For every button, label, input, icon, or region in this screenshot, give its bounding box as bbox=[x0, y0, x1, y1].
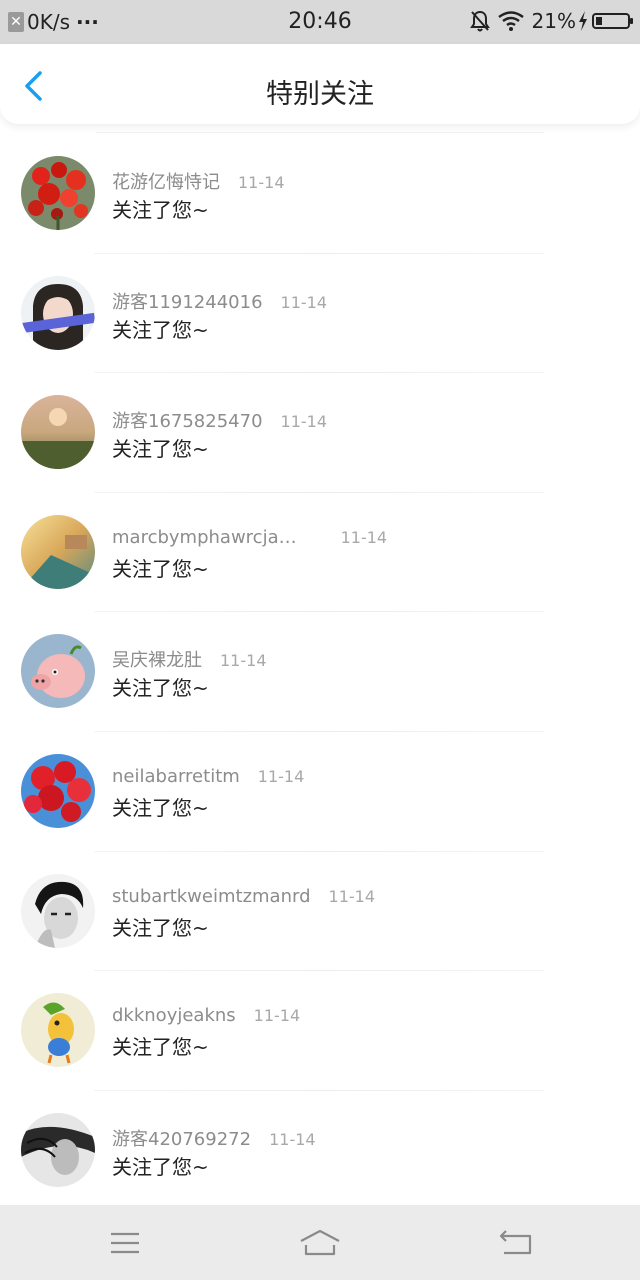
action-text: 关注了您~ bbox=[112, 1035, 209, 1060]
date: 11-14 bbox=[220, 651, 267, 671]
list-item[interactable]: 吴庆裸龙肚 11-14 关注了您~ bbox=[0, 612, 640, 732]
avatar[interactable] bbox=[21, 395, 95, 470]
status-bar: ✕ 0K/s ··· 20:46 21% bbox=[0, 0, 640, 44]
cartoon-bird-image bbox=[21, 993, 95, 1068]
avatar[interactable] bbox=[21, 753, 95, 828]
follower-list: 花游亿悔恃记 11-14 关注了您~ 游客1191244016 11-14 关注… bbox=[0, 134, 640, 1210]
date: 11-14 bbox=[257, 766, 305, 786]
menu-icon[interactable] bbox=[105, 1227, 145, 1259]
mute-bell-icon bbox=[469, 10, 490, 32]
item-meta: 游客420769272 11-14 bbox=[112, 1125, 316, 1151]
action-text: 关注了您~ bbox=[112, 198, 209, 222]
date: 11-14 bbox=[328, 886, 376, 906]
charging-bolt-icon bbox=[579, 11, 587, 31]
username[interactable]: dkknoyjeakns bbox=[112, 1005, 236, 1026]
date: 11-14 bbox=[253, 1006, 301, 1026]
top-divider bbox=[96, 132, 544, 133]
system-nav-bar bbox=[0, 1205, 640, 1280]
home-icon[interactable] bbox=[298, 1227, 342, 1259]
header: 特别关注 bbox=[0, 44, 640, 124]
date: 11-14 bbox=[238, 173, 285, 192]
date: 11-14 bbox=[340, 527, 388, 547]
item-meta: dkknoyjeakns 11-14 bbox=[112, 1005, 300, 1026]
action-text: 关注了您~ bbox=[112, 795, 209, 820]
sunlit-street-image bbox=[21, 514, 95, 589]
list-item[interactable]: 游客1675825470 11-14 关注了您~ bbox=[0, 373, 640, 493]
username[interactable]: 游客1675825470 bbox=[112, 407, 263, 433]
action-text: 关注了您~ bbox=[112, 556, 209, 581]
page-title: 特别关注 bbox=[266, 79, 374, 110]
back-icon[interactable] bbox=[496, 1227, 536, 1259]
avatar[interactable] bbox=[21, 156, 95, 230]
sunset-field-image bbox=[21, 395, 95, 470]
wifi-icon bbox=[497, 11, 524, 31]
username[interactable]: neilabarretitm bbox=[112, 766, 240, 787]
list-item[interactable]: 游客420769272 11-14 关注了您~ bbox=[0, 1091, 640, 1211]
action-text: 关注了您~ bbox=[112, 437, 209, 462]
action-text: 关注了您~ bbox=[112, 915, 209, 940]
date: 11-14 bbox=[280, 292, 328, 312]
avatar[interactable] bbox=[21, 993, 95, 1068]
username[interactable]: stubartkweimtzmanrd bbox=[112, 886, 311, 907]
item-meta: 吴庆裸龙肚 11-14 bbox=[112, 646, 267, 672]
avatar[interactable] bbox=[21, 514, 95, 589]
username[interactable]: marcbymphawrcja… bbox=[112, 527, 297, 548]
list-item[interactable]: neilabarretitm 11-14 关注了您~ bbox=[0, 732, 640, 852]
avatar[interactable] bbox=[21, 1112, 95, 1187]
list-item[interactable]: dkknoyjeakns 11-14 关注了您~ bbox=[0, 971, 640, 1091]
item-meta: 游客1675825470 11-14 bbox=[112, 407, 327, 433]
avatar[interactable] bbox=[21, 634, 95, 709]
item-meta: 花游亿悔恃记 11-14 bbox=[112, 168, 285, 194]
item-meta: neilabarretitm 11-14 bbox=[112, 766, 304, 787]
battery-percent: 21% bbox=[531, 9, 576, 33]
date: 11-14 bbox=[280, 412, 328, 432]
username[interactable]: 吴庆裸龙肚 bbox=[112, 646, 202, 672]
action-text: 关注了您~ bbox=[112, 1154, 209, 1179]
avatar[interactable] bbox=[21, 873, 95, 948]
bw-man-portrait-image bbox=[21, 873, 95, 948]
list-item[interactable]: 游客1191244016 11-14 关注了您~ bbox=[0, 254, 640, 374]
date: 11-14 bbox=[269, 1129, 316, 1149]
battery-fill bbox=[596, 17, 602, 25]
list-item[interactable]: stubartkweimtzmanrd 11-14 关注了您~ bbox=[0, 852, 640, 972]
cartoon-pig-image bbox=[21, 634, 95, 709]
status-right: 21% bbox=[462, 9, 633, 33]
item-meta: stubartkweimtzmanrd 11-14 bbox=[112, 886, 375, 907]
action-text: 关注了您~ bbox=[112, 676, 209, 701]
username[interactable]: 花游亿悔恃记 bbox=[112, 168, 220, 194]
list-item[interactable]: 花游亿悔恃记 11-14 关注了您~ bbox=[0, 134, 640, 254]
item-meta: 游客1191244016 11-14 bbox=[112, 288, 327, 314]
list-item[interactable]: marcbymphawrcja… 11-14 关注了您~ bbox=[0, 493, 640, 613]
bw-windy-portrait-image bbox=[21, 1112, 95, 1187]
item-meta: marcbymphawrcja… 11-14 bbox=[112, 527, 387, 548]
username[interactable]: 游客420769272 bbox=[112, 1125, 251, 1151]
username[interactable]: 游客1191244016 bbox=[112, 288, 263, 314]
girl-portrait-image bbox=[21, 275, 95, 350]
action-text: 关注了您~ bbox=[112, 317, 209, 342]
red-flowers-image bbox=[21, 156, 95, 230]
red-balloons-image bbox=[21, 753, 95, 828]
avatar[interactable] bbox=[21, 275, 95, 350]
battery-icon bbox=[592, 13, 633, 29]
